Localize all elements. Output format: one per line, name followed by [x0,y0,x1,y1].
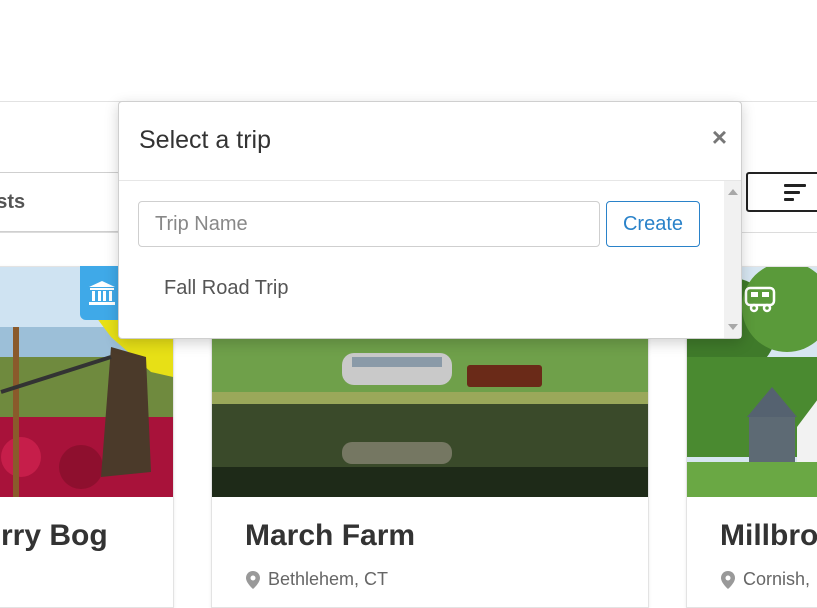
select-trip-modal: Select a trip × Create Fall Road Trip [118,101,742,339]
card-title: Millbro [720,519,817,552]
modal-body: Create Fall Road Trip [119,181,741,338]
scroll-up-icon[interactable] [728,189,738,195]
card-location-text: Bethlehem, CT [268,569,389,589]
card-title: rry Bog [1,519,108,552]
map-pin-icon [246,570,260,589]
rv-icon [744,284,778,314]
create-button[interactable]: Create [606,201,700,247]
sort-button[interactable] [746,172,817,212]
top-header [0,0,817,102]
close-icon[interactable]: × [712,124,727,150]
posts-tab[interactable]: osts [0,172,121,232]
modal-scrollbar[interactable] [724,181,741,338]
trip-list-item[interactable]: Fall Road Trip [164,277,289,300]
card-location: Bethlehem, CT [246,569,388,590]
modal-title: Select a trip [139,126,272,154]
card-location: Cornish, [721,569,810,590]
modal-header: Select a trip × [119,102,741,181]
card-location-text: Cornish, [743,569,811,589]
trip-name-input[interactable] [138,201,600,247]
map-pin-icon [721,570,735,589]
sort-lines-icon [784,183,806,201]
posts-tab-label: osts [0,190,26,213]
card-title: March Farm [245,519,416,552]
scroll-down-icon[interactable] [728,324,738,330]
